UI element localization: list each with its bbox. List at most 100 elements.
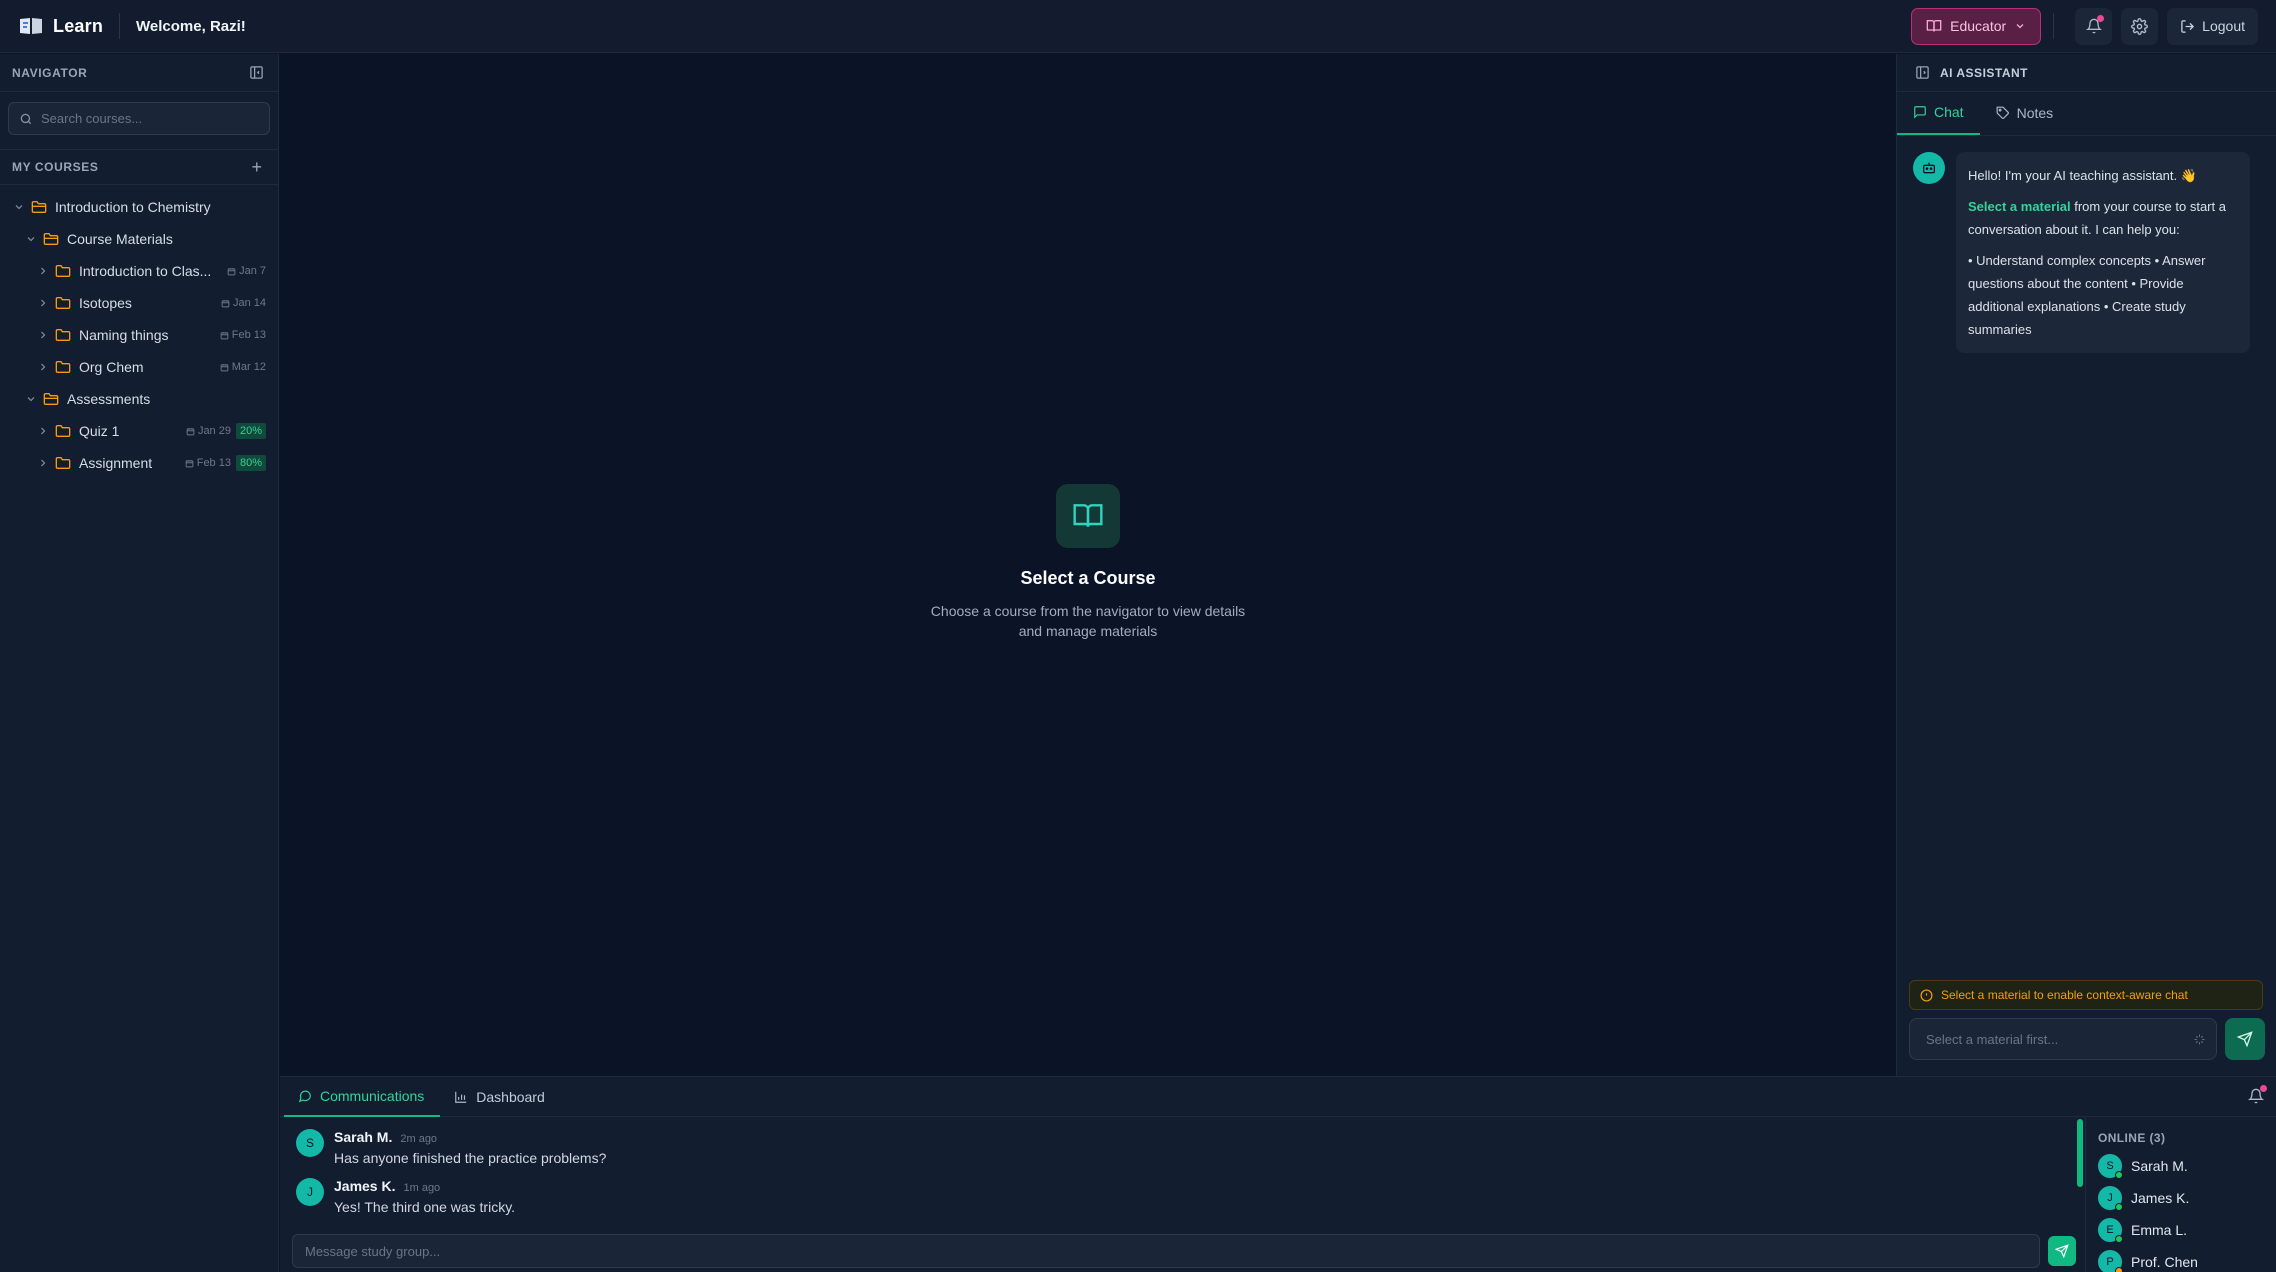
material-date: Feb 13 [220,329,266,341]
avatar-initial: S [2106,1159,2114,1172]
tab-communications[interactable]: Communications [284,1077,441,1117]
assessment-name: Quiz 1 [79,423,120,439]
material-name: Introduction to Clas... [79,263,212,279]
chat-message: J James K. 1m ago Yes! The third one was … [280,1166,2080,1215]
online-title: ONLINE (3) [2098,1131,2166,1145]
tab-notes[interactable]: Notes [1980,91,2070,135]
tree-item-course[interactable]: Introduction to Chemistry [0,191,278,223]
empty-state: Select a Course Choose a course from the… [280,484,1896,641]
message-feed: S Sarah M. 2m ago Has anyone finished the… [280,1117,2080,1227]
online-user[interactable]: E Emma L. [2098,1217,2276,1243]
chat-message: S Sarah M. 2m ago Has anyone finished the… [280,1117,2080,1166]
message-compose-input[interactable]: Message study group... [292,1234,2040,1268]
calendar-icon [186,427,195,435]
tree-item-assessment[interactable]: Assignment Feb 13 80% [0,447,278,479]
ai-chat-input[interactable]: Select a material first... [1909,1018,2217,1060]
ai-input-placeholder: Select a material first... [1926,1031,2059,1047]
comms-notifications-button[interactable] [2248,1085,2267,1104]
divider [2053,13,2055,39]
online-user-name: Prof. Chen [2131,1253,2198,1270]
notification-dot [2097,14,2105,22]
calendar-icon [220,331,229,339]
tree-item-material[interactable]: Introduction to Clas... Jan 7 [0,255,278,287]
assistant-capabilities: • Understand complex concepts • Answer q… [1968,253,2206,337]
app-logo[interactable]: Learn [19,16,103,37]
tab-dashboard-label: Dashboard [476,1088,545,1105]
logout-button[interactable]: Logout [2167,7,2258,45]
online-user-name: Sarah M. [2131,1157,2188,1174]
add-course-icon[interactable]: + [251,158,262,176]
navigator-panel: NAVIGATOR Search courses... MY COURSES +… [0,54,279,1272]
tree-item-assessment[interactable]: Quiz 1 Jan 29 20% [0,415,278,447]
ai-assistant-panel: AI ASSISTANT Chat Notes Hello! I'm your … [1896,54,2276,1076]
search-courses-input[interactable]: Search courses... [8,102,270,135]
assessment-date-text: Feb 13 [196,457,231,469]
weight-badge: 20% [235,423,266,439]
avatar-initial: J [2107,1191,2113,1204]
feed-scrollbar[interactable] [2077,1119,2083,1187]
select-material-link[interactable]: Select a material [1968,199,2071,214]
material-name: Isotopes [79,295,132,311]
message-text: Yes! The third one was tricky. [334,1199,516,1215]
logout-label: Logout [2202,18,2245,34]
message-time: 2m ago [400,1133,438,1145]
compose-placeholder: Message study group... [305,1243,441,1259]
material-date-text: Feb 13 [231,329,266,341]
online-user[interactable]: S Sarah M. [2098,1153,2276,1179]
my-courses-title: MY COURSES [12,160,99,174]
chevron-down-icon [15,205,23,210]
avatar-initial: P [2106,1255,2114,1268]
sparkle-icon[interactable] [2193,1033,2206,1046]
role-switcher-button[interactable]: Educator [1911,7,2042,45]
send-icon [2237,1031,2253,1047]
calendar-icon [185,459,194,467]
settings-button[interactable] [2121,7,2159,45]
chevron-right-icon [41,363,46,371]
assessment-name: Assignment [79,455,153,471]
online-user[interactable]: P Prof. Chen [2098,1249,2276,1272]
avatar: S [2098,1153,2123,1179]
tab-dashboard[interactable]: Dashboard [440,1077,561,1117]
tab-chat[interactable]: Chat [1897,91,1980,135]
online-user[interactable]: J James K. [2098,1185,2276,1211]
calendar-icon [220,363,229,371]
ai-assistant-header: AI ASSISTANT [1897,54,2276,92]
chevron-right-icon [41,331,46,339]
tree-item-assessments[interactable]: Assessments [0,383,278,415]
notifications-button[interactable] [2075,7,2113,45]
avatar: S [296,1129,324,1157]
folder-icon [55,297,71,309]
chevron-down-icon [27,237,35,242]
material-name: Naming things [79,327,169,343]
book-logo-icon [20,18,42,34]
online-user-name: James K. [2131,1189,2190,1206]
tree-item-course-materials[interactable]: Course Materials [0,223,278,255]
tree-item-material[interactable]: Naming things Feb 13 [0,319,278,351]
chevron-right-icon [41,299,46,307]
panel-icon[interactable] [1915,65,1930,80]
online-user-name: Emma L. [2131,1221,2188,1238]
send-message-button[interactable] [2048,1236,2076,1266]
online-status-dot [2115,1234,2123,1243]
communications-panel: Communications Dashboard S Sarah M. 2m ag… [280,1076,2276,1272]
chat-icon [1914,106,1926,119]
course-tree: Introduction to Chemistry Course Materia… [0,191,278,479]
book-open-icon [1073,504,1103,527]
divider [119,13,121,39]
tree-item-material[interactable]: Isotopes Jan 14 [0,287,278,319]
ai-send-button[interactable] [2225,1018,2265,1060]
material-date-text: Jan 14 [232,297,266,309]
message-time: 1m ago [403,1182,441,1194]
tag-icon [1996,106,2009,119]
message-author: Sarah M. [334,1129,393,1145]
tree-item-material[interactable]: Org Chem Mar 12 [0,351,278,383]
ai-tabs: Chat Notes [1897,92,2276,136]
search-placeholder: Search courses... [41,111,143,126]
material-date: Mar 12 [220,361,266,373]
folder-name: Assessments [67,391,151,407]
tab-chat-label: Chat [1934,104,1964,120]
my-courses-header: MY COURSES + [0,149,278,185]
panel-collapse-icon[interactable] [249,65,264,80]
bot-avatar [1913,152,1945,184]
folder-name: Course Materials [67,231,173,247]
